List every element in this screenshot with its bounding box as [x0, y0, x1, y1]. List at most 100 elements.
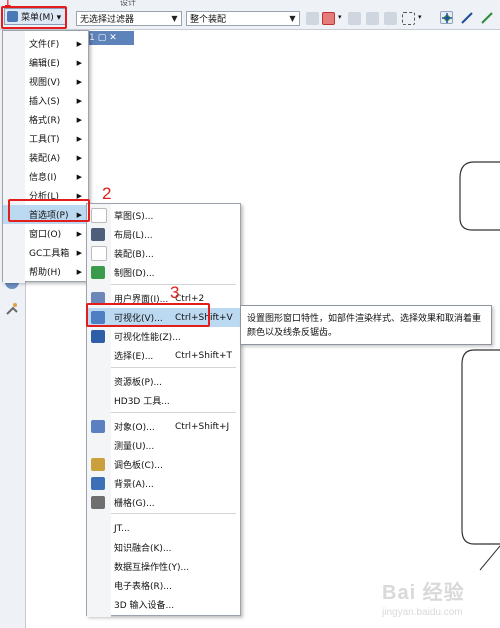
line-icon[interactable]	[460, 11, 474, 28]
main-menu-item[interactable]: 格式(R) ▶	[3, 110, 88, 129]
submenu-item[interactable]: 调色板(C)...	[87, 455, 240, 474]
main-menu-item-label: 信息(I)	[29, 173, 57, 183]
tool-icon[interactable]	[5, 302, 19, 316]
palette-icon	[91, 458, 105, 471]
tooltip: 设置图形窗口特性，如部件渲染样式、选择效果和取消着重颜色以及线条反锯齿。	[240, 305, 492, 345]
diagonal-line-icon[interactable]	[480, 11, 494, 28]
tab-part-file[interactable]: 1 ▢ ✕	[86, 31, 134, 45]
main-menu-item[interactable]: 工具(T) ▶	[3, 129, 88, 148]
submenu-item[interactable]: 3D 输入设备...	[87, 595, 240, 614]
select-body-icon[interactable]	[366, 12, 379, 25]
main-menu-item-label: 窗口(O)	[29, 230, 62, 240]
main-menu-item-label: 插入(S)	[29, 97, 60, 107]
main-menu-item[interactable]: 帮助(H) ▶	[3, 262, 88, 281]
submenu-item[interactable]: 资源板(P)...	[87, 372, 240, 391]
chevron-right-icon: ▶	[76, 96, 82, 105]
menu-separator	[111, 412, 236, 413]
main-menu-item[interactable]: 视图(V) ▶	[3, 72, 88, 91]
submenu-item-label: 选择(E)...	[114, 352, 154, 362]
submenu-item-label: JT...	[114, 523, 130, 534]
annotation-box-preferences	[8, 199, 90, 222]
annotation-step-one: 1	[4, 0, 12, 9]
main-menu-item[interactable]: 装配(A) ▶	[3, 148, 88, 167]
main-menu-item-label: 视图(V)	[29, 78, 61, 88]
drafting-icon	[91, 266, 105, 279]
submenu-item[interactable]: 可视化性能(Z)...	[87, 327, 240, 346]
submenu-item-label: 3D 输入设备...	[114, 601, 175, 611]
main-menu-item-label: 工具(T)	[29, 135, 60, 145]
submenu-item[interactable]: 电子表格(R)...	[87, 576, 240, 595]
selection-filter-value: 无选择过滤器	[80, 15, 135, 25]
watermark-brand: Bai 经验	[382, 582, 465, 604]
assembly-scope-value: 整个装配	[190, 15, 227, 25]
submenu-item-label: 资源板(P)...	[114, 378, 163, 388]
annotation-step-three: 3	[170, 283, 180, 302]
chevron-right-icon: ▶	[76, 248, 82, 257]
submenu-item-label: 对象(O)...	[114, 423, 155, 433]
main-menu-item[interactable]: 插入(S) ▶	[3, 91, 88, 110]
main-menu-item[interactable]: 编辑(E) ▶	[3, 53, 88, 72]
annotation-box-visualization	[86, 303, 210, 327]
submenu-item[interactable]: 数据互操作性(Y)...	[87, 557, 240, 576]
pin-icon[interactable]: ▢	[98, 33, 107, 43]
submenu-item[interactable]: JT...	[87, 519, 240, 538]
chevron-down-icon[interactable]: ▾	[338, 13, 342, 21]
main-menu-item[interactable]: GC工具箱 ▶	[3, 243, 88, 262]
submenu-item[interactable]: 对象(O)... Ctrl+Shift+J	[87, 417, 240, 436]
chevron-right-icon: ▶	[76, 39, 82, 48]
submenu-item-label: 测量(U)...	[114, 442, 155, 452]
chevron-right-icon: ▶	[76, 153, 82, 162]
chevron-down-icon: ▼	[289, 14, 296, 23]
submenu-item[interactable]: 测量(U)...	[87, 436, 240, 455]
preferences-submenu: 草图(S)... 布局(L)... 装配(B)... 制图(D)... 用户界面(I).…	[86, 203, 241, 617]
submenu-item[interactable]: 选择(E)... Ctrl+Shift+T	[87, 346, 240, 365]
select-feature-icon[interactable]	[348, 12, 361, 25]
main-menu-item-label: 文件(F)	[29, 40, 60, 50]
selection-filter-select[interactable]: 无选择过滤器 ▼	[76, 11, 182, 26]
sketch-icon	[91, 208, 107, 223]
submenu-item-label: 知识融合(K)...	[114, 544, 172, 554]
chevron-down-icon: ▼	[171, 14, 178, 23]
submenu-item-label: HD3D 工具...	[114, 397, 170, 407]
top-toolbar: 设计 菜单(M) ▾ 无选择过滤器 ▼ 整个装配 ▼ ▾ ▾	[0, 0, 500, 30]
select-face-icon[interactable]	[384, 12, 397, 25]
watermark-url: jingyan.baidu.com	[382, 607, 463, 618]
submenu-item[interactable]: 制图(D)...	[87, 263, 240, 282]
chevron-right-icon: ▶	[76, 77, 82, 86]
submenu-item-label: 装配(B)...	[114, 250, 154, 260]
submenu-item[interactable]: 装配(B)...	[87, 244, 240, 263]
submenu-item[interactable]: 栅格(G)...	[87, 493, 240, 512]
select-type-icon[interactable]	[322, 12, 335, 25]
main-menu-item-label: 帮助(H)	[29, 268, 61, 278]
submenu-item-label: 布局(L)...	[114, 231, 153, 241]
chevron-right-icon: ▶	[76, 115, 82, 124]
close-icon[interactable]: ✕	[109, 33, 117, 43]
main-menu-item[interactable]: 信息(I) ▶	[3, 167, 88, 186]
visualization-performance-icon	[91, 330, 105, 343]
annotation-box-menu	[1, 6, 67, 29]
main-menu-item[interactable]: 窗口(O) ▶	[3, 224, 88, 243]
submenu-item[interactable]: HD3D 工具...	[87, 391, 240, 410]
main-menu-item-label: GC工具箱	[29, 249, 70, 259]
submenu-item[interactable]: 草图(S)...	[87, 206, 240, 225]
assembly-scope-select[interactable]: 整个装配 ▼	[186, 11, 300, 26]
main-menu-item-label: 编辑(E)	[29, 59, 60, 69]
chevron-right-icon: ▶	[76, 172, 82, 181]
chevron-down-icon[interactable]: ▾	[418, 13, 422, 21]
main-menu-item-label: 格式(R)	[29, 116, 61, 126]
submenu-item-label: 背景(A)...	[114, 480, 154, 490]
rectangle-select-icon[interactable]	[402, 12, 415, 25]
submenu-item[interactable]: 布局(L)...	[87, 225, 240, 244]
object-icon	[91, 420, 105, 433]
background-icon	[91, 477, 105, 490]
chevron-right-icon: ▶	[76, 58, 82, 67]
main-menu-item[interactable]: 文件(F) ▶	[3, 34, 88, 53]
watermark: Bai 经验 jingyan.baidu.com	[382, 576, 492, 620]
point-snap-icon[interactable]	[440, 11, 453, 24]
submenu-item-label: 可视化性能(Z)...	[114, 333, 181, 343]
chevron-right-icon: ▶	[76, 134, 82, 143]
submenu-item[interactable]: 知识融合(K)...	[87, 538, 240, 557]
menu-separator	[111, 513, 236, 514]
snap-icon[interactable]	[306, 12, 319, 25]
submenu-item[interactable]: 背景(A)...	[87, 474, 240, 493]
